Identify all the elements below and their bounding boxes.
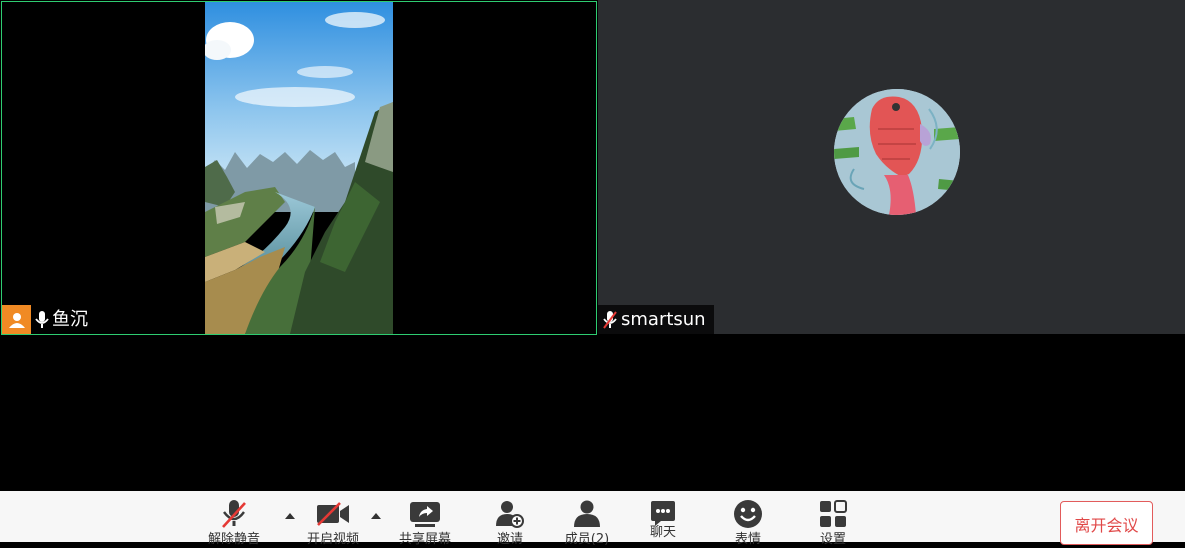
participant-video-feed <box>205 2 393 334</box>
unmute-button[interactable]: 解除静音 <box>194 497 274 548</box>
meeting-toolbar: 解除静音 开启视频 共享屏幕 邀请 成员(2) 聊天 表情 设置 离开会议 <box>0 491 1185 547</box>
chat-label: 聊天 <box>649 525 676 540</box>
person-icon <box>2 305 31 334</box>
participant-nameplate: smartsun <box>598 305 714 334</box>
participant-name: 鱼沉 <box>52 309 88 330</box>
members-button[interactable]: 成员(2) <box>547 497 627 548</box>
add-user-icon <box>495 497 525 531</box>
grid-settings-icon <box>819 497 847 531</box>
avatar <box>834 89 960 215</box>
share-screen-button[interactable]: 共享屏幕 <box>385 497 465 548</box>
video-camera-off-icon <box>316 497 350 531</box>
smiley-icon <box>733 497 763 531</box>
share-screen-icon <box>409 497 441 531</box>
participant-nameplate: 鱼沉 <box>2 305 96 334</box>
emoji-button[interactable]: 表情 <box>708 497 788 548</box>
participant-tile-active[interactable]: 鱼沉 <box>1 1 597 335</box>
share-screen-label: 共享屏幕 <box>398 532 451 547</box>
leave-meeting-button[interactable]: 离开会议 <box>1060 501 1153 545</box>
start-video-button[interactable]: 开启视频 <box>293 497 373 548</box>
start-video-label: 开启视频 <box>306 532 359 547</box>
participant-name: smartsun <box>621 309 706 330</box>
members-label: 成员(2) <box>564 532 610 547</box>
video-options-caret[interactable] <box>370 511 382 521</box>
settings-label: 设置 <box>819 532 846 547</box>
invite-button[interactable]: 邀请 <box>470 497 550 548</box>
microphone-icon <box>35 310 49 330</box>
microphone-muted-icon <box>602 310 618 330</box>
participant-tile[interactable]: smartsun <box>598 0 1185 334</box>
chat-button[interactable]: 聊天 <box>623 497 703 541</box>
unmute-label: 解除静音 <box>207 532 260 547</box>
microphone-muted-icon <box>220 497 248 531</box>
members-icon <box>572 497 602 531</box>
emoji-label: 表情 <box>734 532 761 547</box>
video-area: 鱼沉 smartsun <box>0 0 1185 491</box>
settings-button[interactable]: 设置 <box>793 497 873 548</box>
invite-label: 邀请 <box>496 532 523 547</box>
